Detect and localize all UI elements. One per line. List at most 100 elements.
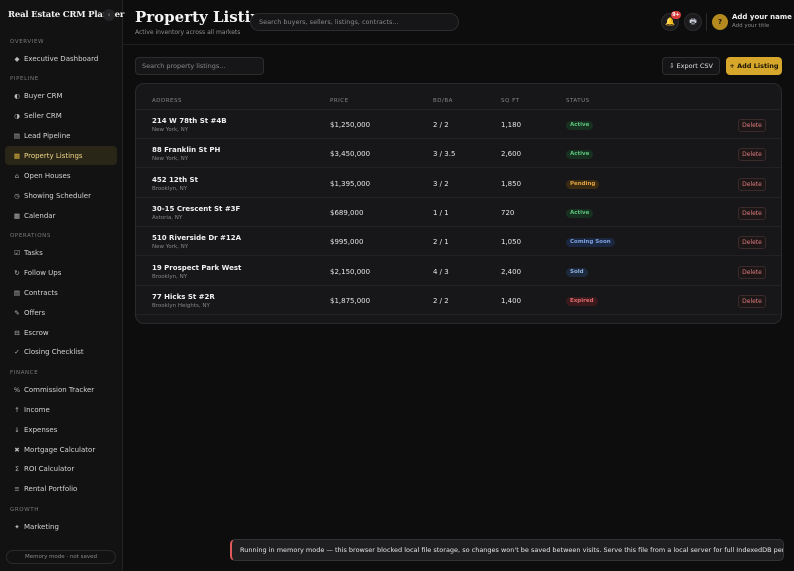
sidebar-item-executive-dashboard[interactable]: ◆ Executive Dashboard — [5, 49, 117, 68]
sidebar-item-label: Tasks — [24, 248, 43, 257]
sidebar-item-marketing[interactable]: ✦ Marketing — [5, 517, 117, 536]
memory-mode-toast: Running in memory mode — this browser bl… — [230, 539, 784, 561]
listing-city: New York, NY — [152, 156, 189, 163]
sidebar-item-offers[interactable]: ✎ Offers — [5, 303, 117, 322]
sidebar-item-label: Contracts — [24, 288, 58, 297]
sidebar-item-label: Lead Pipeline — [24, 131, 71, 140]
sidebar-item-label: Closing Checklist — [24, 347, 84, 356]
table-row[interactable]: 77 Hicks St #2R Brooklyn Heights, NY $1,87… — [136, 286, 781, 315]
sidebar-item-label: Offers — [24, 308, 46, 317]
listing-price: $995,000 — [330, 238, 364, 247]
listing-sqft: 1,400 — [501, 296, 522, 305]
delete-listing-button[interactable]: Delete — [738, 148, 766, 162]
status-badge: Active — [566, 121, 594, 130]
avatar[interactable]: ? — [712, 14, 728, 30]
refresh-icon: ↻ — [14, 268, 20, 277]
table-row[interactable]: 88 Franklin St PH New York, NY $3,450,000 3… — [136, 139, 781, 169]
sidebar-item-closing-checklist[interactable]: ✓ Closing Checklist — [5, 342, 117, 361]
sidebar-item-tasks[interactable]: ☑ Tasks — [5, 243, 117, 262]
delete-listing-button[interactable]: Delete — [738, 265, 766, 279]
listing-sqft: 1,050 — [501, 238, 522, 247]
listing-city: New York, NY — [152, 127, 189, 133]
table-row[interactable]: 214 W 78th St #4B New York, NY $1,250,000 2… — [136, 110, 781, 139]
sidebar-item-label: Commission Tracker — [24, 385, 95, 394]
pipeline-icon: ▤ — [13, 131, 21, 140]
status-badge: Expired — [566, 296, 598, 306]
listing-bdba: 1 / 1 — [433, 208, 449, 217]
sidebar-section-pipeline: PIPELINE — [10, 76, 39, 82]
sidebar-item-open-houses[interactable]: ⌂ Open Houses — [5, 166, 117, 185]
home-icon: ⌂ — [14, 171, 20, 180]
sidebar-item-income[interactable]: ↑ Income — [5, 400, 117, 419]
status-badge: Active — [566, 208, 594, 218]
sidebar-item-seller-crm[interactable]: ◑ Seller CRM — [5, 106, 117, 125]
delete-listing-button[interactable]: Delete — [738, 177, 766, 191]
listing-city: Astoria, NY — [152, 214, 183, 221]
sidebar-item-buyer-crm[interactable]: ◐ Buyer CRM — [5, 86, 117, 105]
listing-sqft: 1,180 — [501, 121, 522, 129]
sidebar-item-expenses[interactable]: ↓ Expenses — [5, 420, 117, 439]
delete-listing-button[interactable]: Delete — [738, 294, 766, 308]
user-name[interactable]: Add your name — [732, 13, 792, 21]
delete-listing-button[interactable]: Delete — [738, 236, 766, 250]
sidebar-item-showing-scheduler[interactable]: ◷ Showing Scheduler — [5, 186, 117, 205]
column-header-sqft: SQ FT — [501, 98, 520, 104]
sidebar-item-calendar[interactable]: ▦ Calendar — [5, 206, 117, 225]
sidebar-item-label: Mortgage Calculator — [24, 445, 96, 454]
table-row[interactable]: 19 Prospect Park West Brooklyn, NY $2,150,… — [136, 257, 781, 286]
sidebar-item-mortgage-calculator[interactable]: ✖ Mortgage Calculator — [5, 440, 117, 459]
diamond-icon: ◆ — [14, 54, 20, 63]
listing-sqft: 720 — [501, 208, 515, 217]
listing-address: 19 Prospect Park West — [152, 263, 242, 272]
column-header-status: STATUS — [566, 98, 590, 104]
sidebar-item-label: Buyer CRM — [24, 91, 63, 100]
multiply-icon: ✖ — [14, 445, 20, 454]
listing-price: $1,250,000 — [330, 121, 371, 129]
collapse-sidebar-button[interactable]: ‹ — [103, 9, 115, 21]
sidebar-item-follow-ups[interactable]: ↻ Follow Ups — [5, 263, 117, 282]
delete-listing-button[interactable]: Delete — [738, 206, 766, 220]
sidebar-item-property-listings[interactable]: ▦ Property Listings — [5, 146, 117, 165]
add-listing-button[interactable]: + Add Listing — [726, 57, 782, 75]
sidebar-item-roi-calculator[interactable]: Σ ROI Calculator — [5, 459, 117, 478]
table-row[interactable]: 452 12th St Brooklyn, NY $1,395,000 3 / 2 1,… — [136, 169, 781, 198]
memory-mode-indicator: Memory mode · not saved — [6, 550, 116, 564]
pen-icon: ✎ — [14, 308, 20, 317]
listing-bdba: 2 / 2 — [433, 296, 449, 305]
listing-address: 77 Hicks St #2R — [152, 292, 215, 301]
sidebar-item-label: Executive Dashboard — [24, 54, 99, 63]
chevron-left-icon: ‹ — [107, 11, 111, 19]
export-csv-button[interactable]: ⇩ Export CSV — [662, 57, 720, 75]
arrow-up-icon: ↑ — [14, 405, 20, 414]
sidebar-item-escrow[interactable]: ⊟ Escrow — [5, 323, 117, 342]
check-icon: ✓ — [14, 347, 20, 356]
column-header-bdba: BD/BA — [433, 98, 453, 104]
delete-listing-button[interactable]: Delete — [738, 119, 766, 132]
table-row[interactable]: 30-15 Crescent St #3F Astoria, NY $689,000… — [136, 198, 781, 227]
status-badge: Sold — [566, 267, 588, 277]
arrow-down-icon: ↓ — [14, 425, 20, 434]
user-title[interactable]: Add your title — [732, 23, 769, 29]
listing-icon: ▦ — [13, 151, 21, 160]
table-row[interactable]: 510 Riverside Dr #12A New York, NY $995,00… — [136, 227, 781, 257]
listing-price: $1,875,000 — [330, 296, 371, 305]
header-divider — [706, 13, 707, 31]
printer-icon: 🖶 — [689, 17, 697, 26]
listing-search-input[interactable] — [135, 57, 264, 75]
listing-sqft: 2,400 — [501, 267, 522, 276]
listing-bdba: 4 / 3 — [433, 267, 449, 276]
sidebar-item-contracts[interactable]: ▤ Contracts — [5, 283, 117, 302]
sidebar-item-lead-pipeline[interactable]: ▤ Lead Pipeline — [5, 126, 117, 145]
listing-city: Brooklyn, NY — [152, 185, 188, 192]
equals-icon: ≡ — [14, 484, 20, 493]
half-circle-alt-icon: ◑ — [14, 111, 20, 120]
sidebar-item-commission-tracker[interactable]: % Commission Tracker — [5, 380, 117, 399]
listing-address: 510 Riverside Dr #12A — [152, 234, 242, 243]
listing-bdba: 2 / 2 — [433, 121, 449, 129]
listing-price: $2,150,000 — [330, 267, 371, 276]
sidebar-item-label: Income — [24, 405, 50, 414]
sidebar-item-label: Property Listings — [24, 151, 83, 160]
print-button[interactable]: 🖶 — [684, 13, 702, 31]
global-search-input[interactable] — [250, 13, 459, 31]
sidebar-item-rental-portfolio[interactable]: ≡ Rental Portfolio — [5, 479, 117, 498]
